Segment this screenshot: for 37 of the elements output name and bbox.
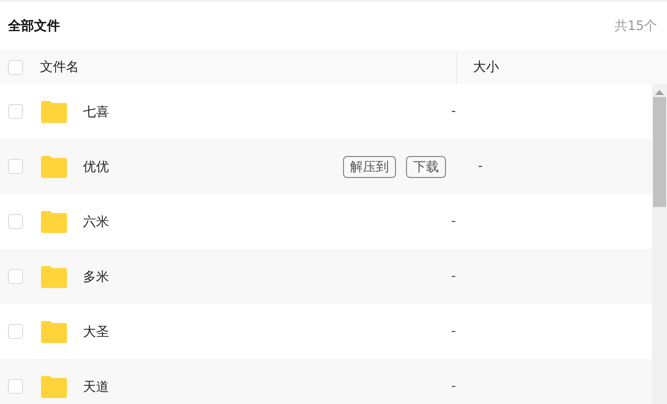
- row-checkbox[interactable]: [8, 269, 23, 284]
- column-header[interactable]: 文件名: [40, 58, 79, 76]
- folder-icon: [41, 156, 67, 178]
- scrollbar[interactable]: [652, 84, 667, 404]
- file-row[interactable]: 天道 -: [0, 359, 652, 404]
- file-name: 优优: [83, 158, 110, 176]
- scrollbar-thumb[interactable]: [653, 97, 666, 207]
- row-checkbox[interactable]: [8, 104, 23, 119]
- file-name: 大圣: [83, 324, 110, 340]
- folder-icon: [41, 210, 67, 232]
- file-count: 共15个: [614, 18, 657, 35]
- file-size: -: [451, 269, 456, 284]
- file-size: -: [478, 159, 483, 174]
- column-header[interactable]: 大小: [473, 58, 499, 76]
- row-checkbox[interactable]: [8, 324, 23, 339]
- file-size: -: [451, 214, 456, 229]
- folder-icon: [41, 100, 67, 122]
- file-name: 天道: [83, 378, 110, 396]
- file-size: -: [451, 379, 456, 394]
- download-button[interactable]: 下载: [406, 156, 446, 178]
- folder-icon: [41, 266, 67, 288]
- row-checkbox[interactable]: [8, 159, 23, 174]
- select-all-checkbox[interactable]: [8, 60, 23, 74]
- extract-button[interactable]: 解压到: [343, 156, 396, 178]
- row-checkbox[interactable]: [8, 214, 23, 229]
- folder-icon: [41, 376, 67, 398]
- file-name: 七喜: [83, 104, 110, 120]
- folder-icon: [41, 320, 67, 342]
- file-row[interactable]: 多米 -: [0, 249, 652, 304]
- file-name: 多米: [83, 268, 110, 286]
- file-row[interactable]: 优优 解压到 下载 -: [0, 139, 652, 194]
- scroll-up-icon[interactable]: [655, 90, 664, 95]
- file-size: -: [451, 324, 456, 339]
- file-name: 六米: [83, 214, 110, 230]
- row-checkbox[interactable]: [8, 379, 23, 394]
- page-title: 全部文件: [8, 18, 60, 35]
- file-size: -: [451, 104, 456, 119]
